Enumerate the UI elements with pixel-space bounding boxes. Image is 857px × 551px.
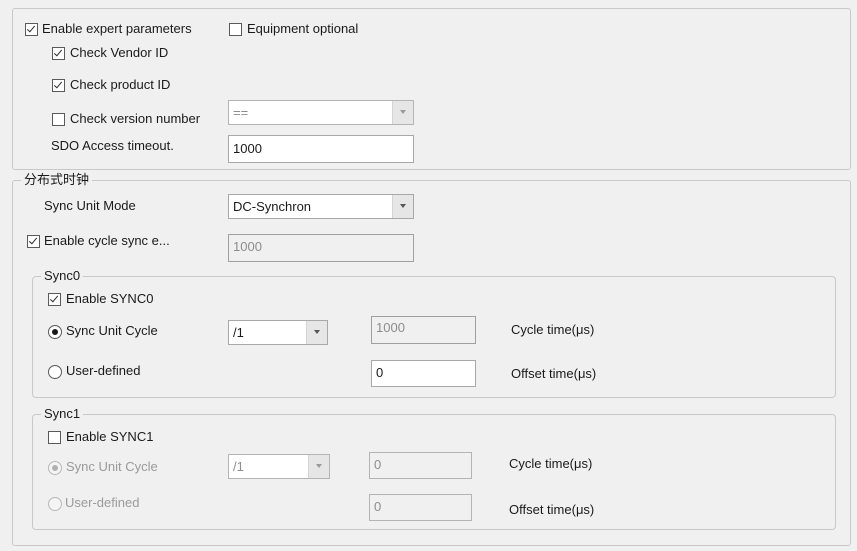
enable-sync1-checkbox[interactable] xyxy=(48,431,61,444)
sync0-unit-cycle-radio[interactable] xyxy=(48,325,62,339)
check-product-checkbox[interactable] xyxy=(52,79,65,92)
chevron-down-icon xyxy=(306,321,327,344)
check-vendor-label: Check Vendor ID xyxy=(70,45,169,60)
sync-unit-mode-value: DC-Synchron xyxy=(233,199,312,214)
check-version-label: Check version number xyxy=(70,111,201,126)
sync0-offset-time-input[interactable]: 0 xyxy=(371,360,476,387)
check-version-checkbox[interactable] xyxy=(52,113,65,126)
enable-sync0-label: Enable SYNC0 xyxy=(66,291,154,306)
chevron-down-icon xyxy=(308,455,329,478)
sync1-divider-select[interactable]: /1 xyxy=(228,454,330,479)
sync0-cycle-time-input: 1000 xyxy=(371,316,476,344)
sync1-user-defined-radio[interactable] xyxy=(48,497,62,511)
version-operator-value: == xyxy=(233,105,249,120)
check-vendor-checkbox[interactable] xyxy=(52,47,65,60)
sync1-divider-value: /1 xyxy=(233,459,244,474)
sync0-cycle-time-label: Cycle time(μs) xyxy=(511,322,595,337)
equipment-optional-checkbox[interactable] xyxy=(229,23,242,36)
sync1-cycle-time-input: 0 xyxy=(369,452,472,479)
enable-cycle-sync-checkbox[interactable] xyxy=(27,235,40,248)
sync1-offset-time-label: Offset time(μs) xyxy=(509,502,595,517)
sync1-offset-time-input: 0 xyxy=(369,494,472,521)
sync-unit-mode-select[interactable]: DC-Synchron xyxy=(228,194,414,219)
sync0-user-defined-label: User-defined xyxy=(66,363,141,378)
distributed-clock-title: 分布式时钟 xyxy=(21,173,93,187)
sync1-user-defined-label: User-defined xyxy=(65,495,140,510)
sync0-offset-time-label: Offset time(μs) xyxy=(511,366,597,381)
sdo-timeout-input[interactable]: 1000 xyxy=(228,135,414,163)
check-product-label: Check product ID xyxy=(70,77,171,92)
chevron-down-icon xyxy=(392,195,413,218)
sync1-title: Sync1 xyxy=(41,407,84,421)
enable-expert-checkbox[interactable] xyxy=(25,23,38,36)
enable-sync0-checkbox[interactable] xyxy=(48,293,61,306)
version-operator-select[interactable]: == xyxy=(228,100,414,125)
sync1-cycle-time-label: Cycle time(μs) xyxy=(509,456,593,471)
chevron-down-icon xyxy=(392,101,413,124)
sync1-unit-cycle-radio[interactable] xyxy=(48,461,62,475)
sync0-user-defined-radio[interactable] xyxy=(48,365,62,379)
enable-cycle-sync-label: Enable cycle sync e... xyxy=(44,233,170,248)
cycle-sync-input: 1000 xyxy=(228,234,414,262)
sync0-unit-cycle-label: Sync Unit Cycle xyxy=(66,323,158,338)
enable-sync1-label: Enable SYNC1 xyxy=(66,429,154,444)
sync1-unit-cycle-label: Sync Unit Cycle xyxy=(66,459,158,474)
sdo-timeout-label: SDO Access timeout. xyxy=(51,138,174,153)
sync-unit-mode-label: Sync Unit Mode xyxy=(44,198,136,213)
equipment-optional-label: Equipment optional xyxy=(247,21,359,36)
sync0-title: Sync0 xyxy=(41,269,84,283)
sync0-divider-value: /1 xyxy=(233,325,244,340)
enable-expert-label: Enable expert parameters xyxy=(42,21,192,36)
sync0-divider-select[interactable]: /1 xyxy=(228,320,328,345)
